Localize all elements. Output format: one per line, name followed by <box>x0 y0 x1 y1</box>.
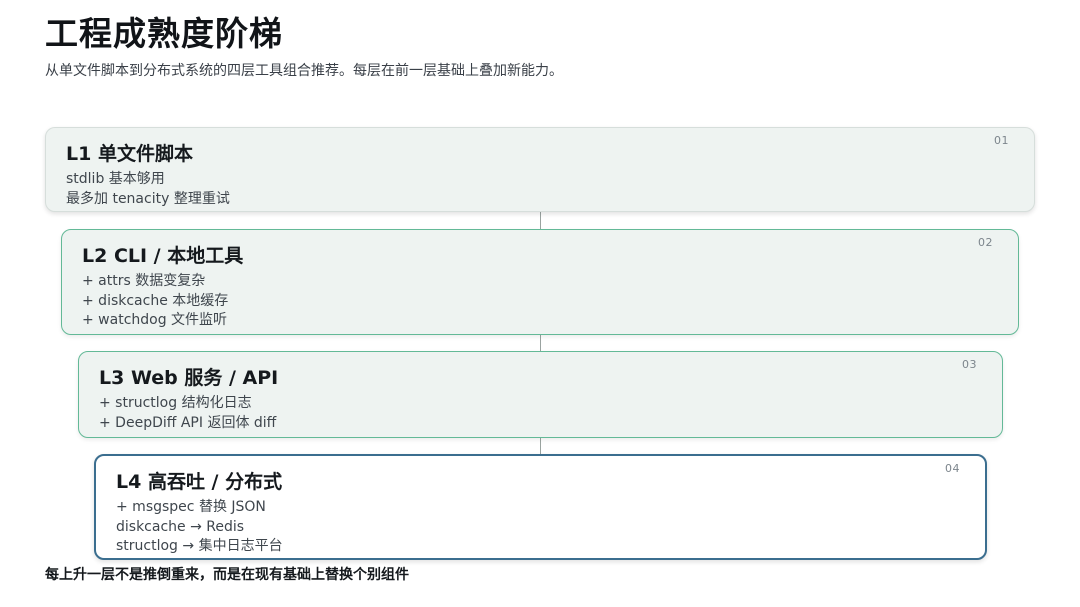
page-title: 工程成熟度阶梯 <box>45 14 283 53</box>
tier-line: + attrs 数据变复杂 <box>82 273 206 289</box>
tier-line: diskcache → Redis <box>116 518 245 535</box>
tier-card-l4: 04 L4 高吞吐 / 分布式 + msgspec 替换 JSON diskca… <box>94 454 987 560</box>
tier-line: + diskcache 本地缓存 <box>82 292 229 309</box>
page-subtitle: 从单文件脚本到分布式系统的四层工具组合推荐。每层在前一层基础上叠加新能力。 <box>45 63 563 79</box>
tier-title: L2 CLI / 本地工具 <box>82 245 244 267</box>
tier-line: 最多加 tenacity 整理重试 <box>66 190 230 207</box>
connector-line <box>540 335 541 351</box>
tier-line: + watchdog 文件监听 <box>82 312 228 328</box>
tier-title: L1 单文件脚本 <box>66 143 193 165</box>
tier-card-l1: 01 L1 单文件脚本 stdlib 基本够用 最多加 tenacity 整理重… <box>45 127 1035 212</box>
connector-line <box>540 212 541 229</box>
tier-line: structlog → 集中日志平台 <box>116 538 283 554</box>
tier-number: 02 <box>978 236 993 249</box>
connector-line <box>540 438 541 454</box>
tier-line: + msgspec 替换 JSON <box>116 499 266 515</box>
tier-title: L3 Web 服务 / API <box>99 367 279 389</box>
tier-line: stdlib 基本够用 <box>66 171 165 187</box>
footer-note: 每上升一层不是推倒重来，而是在现有基础上替换个别组件 <box>45 567 409 583</box>
tier-number: 01 <box>994 134 1009 147</box>
tier-number: 03 <box>962 358 977 371</box>
tier-card-l2: 02 L2 CLI / 本地工具 + attrs 数据变复杂 + diskcac… <box>61 229 1019 335</box>
tier-line: + structlog 结构化日志 <box>99 395 252 411</box>
tier-title: L4 高吞吐 / 分布式 <box>116 471 283 493</box>
tier-line: + DeepDiff API 返回体 diff <box>99 414 277 431</box>
tier-number: 04 <box>945 462 960 475</box>
tier-card-l3: 03 L3 Web 服务 / API + structlog 结构化日志 + D… <box>78 351 1003 438</box>
